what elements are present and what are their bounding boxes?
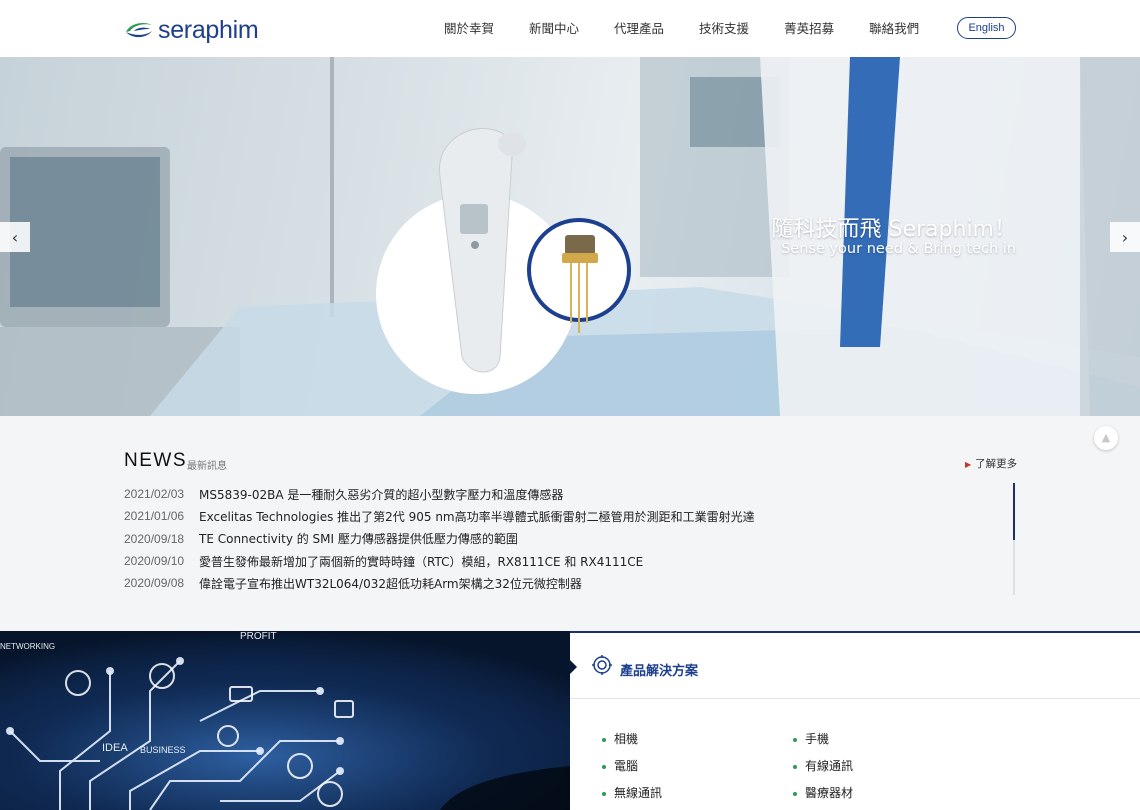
solution-computer[interactable]: 電腦 <box>602 757 638 774</box>
language-button[interactable]: English <box>957 17 1016 39</box>
solution-camera[interactable]: 相機 <box>602 730 638 747</box>
news-headline[interactable]: 愛普生發佈最新增加了兩個新的實時時鐘（RTC）模組，RX8111CE 和 RX4… <box>199 553 643 570</box>
news-headline[interactable]: Excelitas Technologies 推出了第2代 905 nm高功率半… <box>199 508 755 525</box>
news-scroll-thumb[interactable] <box>1013 483 1015 540</box>
nav-support[interactable]: 技術支援 <box>699 0 749 57</box>
news-headline[interactable]: TE Connectivity 的 SMI 壓力傳感器提供低壓力傳感的範圍 <box>199 530 518 547</box>
image-label-networking: NETWORKING <box>0 642 55 651</box>
news-more-label: 了解更多 <box>975 458 1018 470</box>
news-item[interactable]: 2021/02/03 MS5839-02BA 是一種耐久惡劣介質的超小型數字壓力… <box>124 483 1004 505</box>
nav-about[interactable]: 關於幸賀 <box>444 0 494 57</box>
logo-text: seraphim <box>158 16 259 44</box>
image-label-profit: PROFIT <box>240 631 277 642</box>
solutions-header: 產品解決方案 <box>569 633 1140 699</box>
solutions-title: 產品解決方案 <box>620 664 699 679</box>
news-item[interactable]: 2020/09/18 TE Connectivity 的 SMI 壓力傳感器提供… <box>124 528 1004 550</box>
hero-banner: 隨科技而飛 Seraphim！ Sense your need & Bring … <box>0 57 1140 416</box>
nav-news[interactable]: 新聞中心 <box>529 0 579 57</box>
image-label-business: BUSINESS <box>140 745 186 755</box>
gear-lightbulb-icon <box>592 655 612 675</box>
caret-right-icon: ▶ <box>965 460 972 469</box>
carousel-next-button[interactable]: › <box>1110 222 1140 252</box>
news-list: 2021/02/03 MS5839-02BA 是一種耐久惡劣介質的超小型數字壓力… <box>124 483 1004 594</box>
solution-phone[interactable]: 手機 <box>793 730 829 747</box>
news-item[interactable]: 2020/09/10 愛普生發佈最新增加了兩個新的實時時鐘（RTC）模組，RX8… <box>124 550 1004 572</box>
news-headline[interactable]: 偉詮電子宣布推出WT32L064/032超低功耗Arm架構之32位元微控制器 <box>199 575 582 592</box>
news-section: ▲ NEWS 最新訊息 ▶ 了解更多 2021/02/03 MS5839-02BA… <box>0 416 1140 631</box>
chevron-right-icon: › <box>1121 227 1129 247</box>
solution-wireless[interactable]: 無線通訊 <box>602 784 662 801</box>
nav-careers[interactable]: 菁英招募 <box>784 0 834 57</box>
circuit-illustration: PROFIT NETWORKING IDEA BUSINESS <box>0 631 570 810</box>
pointer-arrow-icon <box>569 659 577 675</box>
nav-products[interactable]: 代理產品 <box>614 0 664 57</box>
hero-title: 隨科技而飛 Seraphim！ <box>771 217 1016 242</box>
hero-subtitle: Sense your need & Bring tech in <box>781 241 1016 257</box>
back-to-top-button[interactable]: ▲ <box>1094 426 1118 450</box>
site-header: seraphim 關於幸賀 新聞中心 代理產品 技術支援 菁英招募 聯絡我們 E… <box>0 0 1140 57</box>
news-headline[interactable]: MS5839-02BA 是一種耐久惡劣介質的超小型數字壓力和溫度傳感器 <box>199 486 563 503</box>
news-item[interactable]: 2020/09/08 偉詮電子宣布推出WT32L064/032超低功耗Arm架構… <box>124 572 1004 594</box>
news-more-link[interactable]: ▶ 了解更多 <box>965 456 1017 471</box>
news-title: NEWS <box>124 450 187 471</box>
news-item[interactable]: 2021/01/06 Excelitas Technologies 推出了第2代… <box>124 505 1004 527</box>
carousel-prev-button[interactable]: ‹ <box>0 222 30 252</box>
technology-image: PROFIT NETWORKING IDEA BUSINESS <box>0 631 570 810</box>
solution-wired[interactable]: 有線通訊 <box>793 757 853 774</box>
chevron-left-icon: ‹ <box>11 227 19 247</box>
news-date: 2021/02/03 <box>124 487 185 502</box>
news-date: 2020/09/08 <box>124 576 185 591</box>
news-subtitle: 最新訊息 <box>187 461 227 472</box>
triangle-up-icon: ▲ <box>1101 431 1111 444</box>
news-scrollbar[interactable] <box>1013 483 1015 595</box>
news-date: 2021/01/06 <box>124 509 185 524</box>
news-date: 2020/09/18 <box>124 531 185 546</box>
nav-contact[interactable]: 聯絡我們 <box>869 0 919 57</box>
image-label-idea: IDEA <box>102 742 128 754</box>
main-nav: 關於幸賀 新聞中心 代理產品 技術支援 菁英招募 聯絡我們 <box>444 0 954 57</box>
logo-swoosh-icon <box>126 23 152 38</box>
product-solutions-panel: 產品解決方案 相機 電腦 無線通訊 手機 有線通訊 醫療器材 <box>569 631 1140 810</box>
news-date: 2020/09/10 <box>124 554 185 569</box>
logo[interactable]: seraphim <box>124 16 259 44</box>
solution-medical[interactable]: 醫療器材 <box>793 784 853 801</box>
